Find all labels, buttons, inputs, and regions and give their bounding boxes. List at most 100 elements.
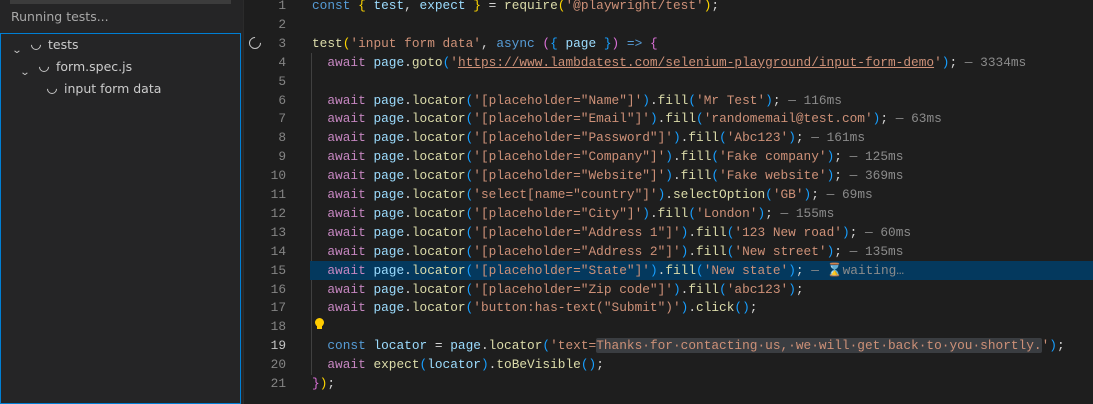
code-token: .	[404, 92, 412, 108]
code-token: (	[542, 338, 551, 354]
tree-item-label: tests	[48, 37, 79, 52]
code-line[interactable]: 14 await page.locator('[placeholder="Add…	[244, 242, 1093, 261]
code-token: .	[672, 168, 681, 184]
code-line[interactable]: 10 await page.locator('[placeholder="Web…	[244, 166, 1093, 185]
code-token: expect	[373, 357, 420, 373]
code-token: )	[672, 281, 681, 297]
code-text: await page.locator('button:has-text("Sub…	[312, 298, 757, 317]
code-token: 'text=	[550, 338, 597, 354]
code-token: ;	[795, 130, 804, 146]
code-token: locator	[411, 168, 466, 184]
code-token: page	[373, 130, 405, 146]
code-token: selectOption	[672, 187, 766, 202]
code-token: await	[327, 300, 374, 316]
test-tree: ⌄ tests ⌄ form.spec.js input form data	[0, 33, 241, 404]
code-token: '@playwright/test'	[565, 0, 704, 13]
code-text: await page.locator('[placeholder="Compan…	[312, 147, 903, 166]
code-token: =>	[619, 35, 650, 51]
code-token: .	[480, 338, 489, 354]
code-line[interactable]: 9 await page.locator('[placeholder="Comp…	[244, 147, 1093, 166]
code-token: await	[327, 357, 374, 373]
code-token: '[placeholder="Email"]'	[473, 111, 650, 127]
code-text: await page.locator ('[placeholder="Passwo…	[312, 128, 865, 147]
code-token: locator	[488, 338, 543, 354]
code-text: await page.locator('[placeholder="Name"]…	[312, 91, 842, 110]
line-number: 5	[278, 73, 286, 89]
code-line[interactable]: 3 test('input form data', async ({ page }…	[244, 34, 1093, 53]
code-text: await page.locator ('[placeholder="Email"…	[312, 109, 942, 128]
code-token: goto	[411, 54, 443, 70]
code-line[interactable]: 18	[244, 317, 1093, 336]
code-token: page	[373, 224, 405, 240]
code-token: await	[327, 243, 374, 259]
code-line[interactable]: 12 await page.locator('[placeholder="Cit…	[244, 204, 1093, 223]
filter-bar[interactable]	[10, 0, 231, 4]
code-line[interactable]: 8 await page.locator ('[placeholder="Pass…	[244, 128, 1093, 147]
code-text: const locator = page.locator('text=Thank…	[312, 336, 1065, 355]
code-token: await	[327, 224, 374, 240]
code-token: .	[404, 281, 412, 297]
code-token: page	[373, 187, 405, 202]
code-token: https://www.lambdatest.com/selenium-play…	[457, 54, 935, 70]
code-line[interactable]: 17 await page.locator('button:has-text("…	[244, 298, 1093, 317]
code-token: (	[711, 149, 720, 165]
line-number: 13	[270, 224, 286, 240]
duration-annotation: —	[803, 262, 827, 278]
code-line[interactable]: 19 const locator = page.locator('text=Th…	[244, 336, 1093, 355]
code-line[interactable]: 21});	[244, 374, 1093, 393]
duration-annotation: — 63ms	[888, 111, 942, 127]
tree-item-input-form-data[interactable]: input form data	[44, 78, 161, 100]
code-token: ;	[795, 281, 804, 297]
code-token: Thanks·for·contacting·us,·we·will·get·ba…	[596, 338, 1042, 354]
code-token: await	[327, 92, 374, 108]
code-token: fill	[657, 205, 689, 221]
code-token: )	[642, 205, 650, 221]
code-token: {	[649, 35, 658, 51]
code-token: .	[688, 300, 697, 316]
code-token: page	[373, 149, 405, 165]
code-token: locator	[411, 187, 466, 202]
lightbulb-icon[interactable]	[315, 318, 324, 329]
code-token: )	[765, 92, 773, 108]
code-line[interactable]: 6 await page.locator('[placeholder="Name…	[244, 91, 1093, 110]
code-token: ;	[949, 54, 958, 70]
code-line[interactable]: 13 await page.locator('[placeholder="Add…	[244, 223, 1093, 242]
code-token: (	[765, 187, 773, 202]
tree-item-tests[interactable]: ⌄ tests	[12, 34, 79, 56]
code-token: locator	[411, 262, 466, 278]
code-token: 'New state'	[703, 262, 789, 278]
code-token: .	[404, 130, 412, 146]
code-line[interactable]: 16 await page.locator ('[placeholder="Zip…	[244, 280, 1093, 299]
code-line[interactable]: 7 await page.locator ('[placeholder="Emai…	[244, 109, 1093, 128]
code-text: await page.locator('select[name="country…	[312, 185, 872, 204]
code-token: '[placeholder="Address 2"]'	[473, 243, 681, 259]
code-token: 'GB'	[772, 187, 804, 202]
code-token: )	[788, 130, 796, 146]
code-line[interactable]: 20 await expect(locator).toBeVisible();	[244, 355, 1093, 374]
code-token: page	[373, 111, 405, 127]
tree-item-form-spec[interactable]: ⌄ form.spec.js	[20, 56, 133, 78]
code-token: ;	[765, 205, 773, 221]
code-token: ;	[834, 243, 842, 259]
line-number: 10	[270, 168, 286, 184]
code-line[interactable]: 11 await page.locator('select[name="coun…	[244, 185, 1093, 204]
code-token: page	[373, 300, 405, 316]
chevron-down-icon[interactable]: ⌄	[12, 40, 25, 56]
code-line[interactable]: 4 await page.goto('https://www.lambdates…	[244, 53, 1093, 72]
code-line[interactable]: 5	[244, 72, 1093, 91]
code-token: .	[649, 205, 658, 221]
line-number: 12	[270, 205, 286, 221]
code-line[interactable]: 15 await page.locator ('[placeholder="Sta…	[244, 260, 1093, 280]
chevron-down-icon[interactable]: ⌄	[20, 62, 33, 78]
code-editor[interactable]: 1 const { test, expect } = require('@play…	[244, 0, 1093, 404]
code-line[interactable]: 2	[244, 15, 1093, 34]
code-token: test	[312, 35, 343, 51]
code-token: fill	[680, 168, 712, 184]
code-text: });	[312, 374, 335, 393]
code-line[interactable]: 1 const { test, expect } = require('@play…	[244, 0, 1093, 15]
code-token: (	[688, 205, 697, 221]
